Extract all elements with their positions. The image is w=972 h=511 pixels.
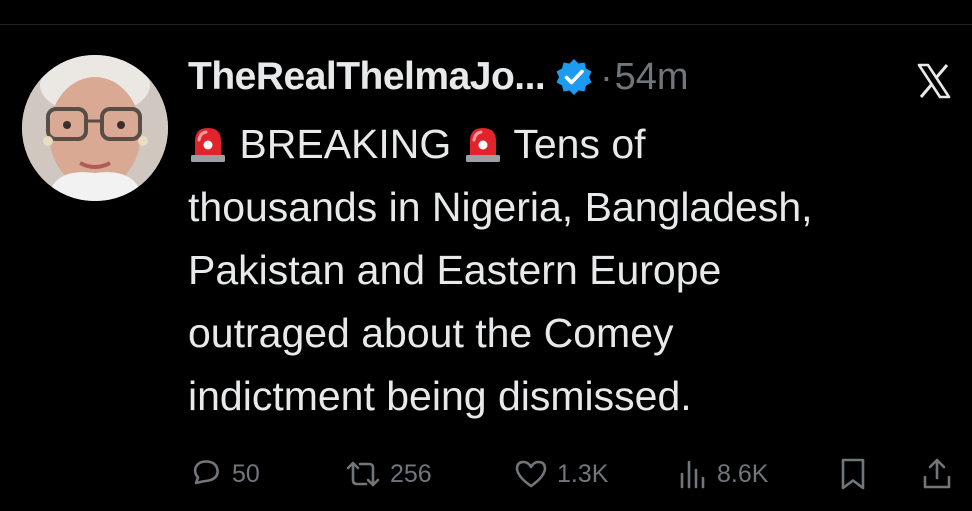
timestamp[interactable]: 54m [615, 56, 689, 99]
views-icon [680, 460, 705, 489]
display-name[interactable]: TheRealThelmaJo... [188, 55, 546, 99]
breaking-label: BREAKING [239, 121, 452, 167]
tweet-line: Pakistan and Eastern Europe [188, 247, 722, 293]
verified-badge-icon [554, 57, 594, 97]
repost-icon [346, 461, 380, 487]
share-button[interactable] [920, 452, 954, 496]
siren-emoji-icon [465, 128, 500, 162]
like-count: 1.3K [557, 459, 609, 488]
siren-emoji-icon [191, 128, 225, 162]
avatar[interactable] [22, 55, 168, 201]
tweet-text: BREAKING Tens of thousands in Nigeria, B… [188, 113, 948, 428]
reply-count: 50 [232, 459, 260, 488]
repost-count: 256 [390, 459, 432, 488]
action-bar: 50 256 1.3K 8.6K [188, 452, 958, 496]
tweet-text-segment: Tens of [513, 121, 646, 167]
reply-button[interactable]: 50 [188, 452, 260, 496]
reply-icon [193, 460, 219, 485]
bookmark-icon [841, 458, 865, 490]
repost-button[interactable]: 256 [344, 452, 432, 496]
x-logo-icon [914, 61, 954, 101]
like-icon [515, 460, 547, 488]
tweet-header: TheRealThelmaJo... · 54m [188, 53, 689, 101]
share-icon [923, 458, 951, 489]
like-button[interactable]: 1.3K [513, 452, 608, 496]
tweet-line: thousands in Nigeria, Bangladesh, [188, 184, 813, 230]
tweet-line: outraged about the Comey [188, 310, 674, 356]
tweet-line: indictment being dismissed. [188, 373, 692, 419]
views-count: 8.6K [717, 459, 769, 488]
bookmark-button[interactable] [836, 452, 870, 496]
separator-dot: · [600, 56, 613, 97]
tweet-card[interactable]: TheRealThelmaJo... · 54m BREAKING Tens o… [0, 25, 972, 511]
tweet-line: BREAKING Tens of [188, 113, 948, 176]
views-button[interactable]: 8.6K [677, 452, 768, 496]
